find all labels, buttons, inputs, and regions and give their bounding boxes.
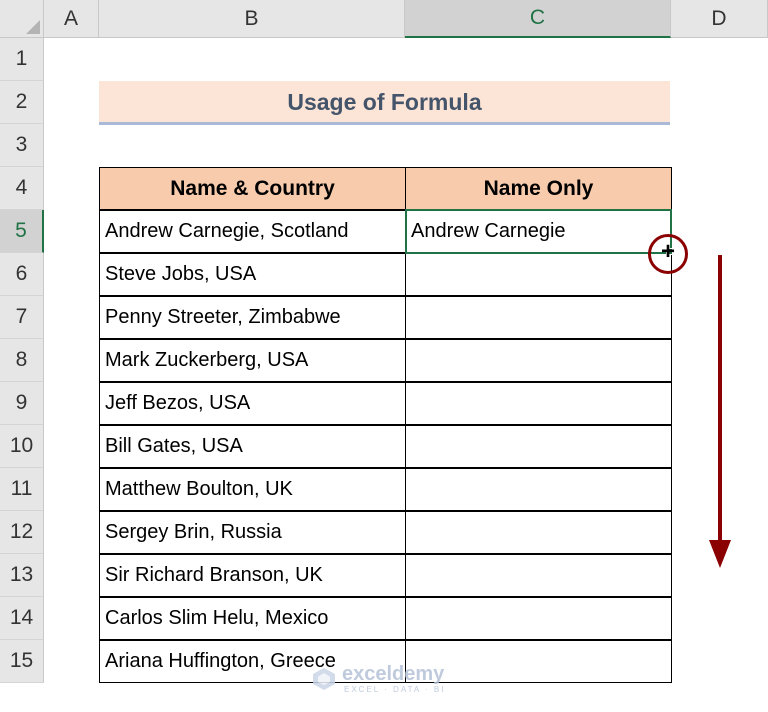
row-header-12[interactable]: 12 bbox=[0, 511, 44, 554]
header-name-only[interactable]: Name Only bbox=[405, 167, 672, 210]
column-header-b[interactable]: B bbox=[99, 0, 405, 38]
watermark-name: exceldemy bbox=[342, 663, 445, 685]
select-all-triangle-icon bbox=[26, 20, 40, 34]
cell-name-country[interactable]: Sir Richard Branson, UK bbox=[99, 554, 406, 597]
row-header-7[interactable]: 7 bbox=[0, 296, 44, 339]
row-header-13[interactable]: 13 bbox=[0, 554, 44, 597]
exceldemy-logo-icon bbox=[313, 668, 335, 690]
cell-name-country[interactable]: Steve Jobs, USA bbox=[99, 253, 406, 296]
row-header-10[interactable]: 10 bbox=[0, 425, 44, 468]
active-cell-selection[interactable] bbox=[405, 209, 672, 254]
cell-name-only[interactable] bbox=[405, 339, 672, 382]
row-header-2[interactable]: 2 bbox=[0, 81, 44, 124]
cell-name-only[interactable] bbox=[405, 425, 672, 468]
row-header-15[interactable]: 15 bbox=[0, 640, 44, 683]
watermark-tagline: EXCEL · DATA · BI bbox=[344, 685, 446, 694]
column-header-a[interactable]: A bbox=[44, 0, 99, 38]
row-header-1[interactable]: 1 bbox=[0, 38, 44, 81]
fill-cursor-plus-icon: + bbox=[660, 238, 675, 265]
cell-name-country[interactable]: Andrew Carnegie, Scotland bbox=[99, 210, 406, 253]
cell-name-country[interactable]: Penny Streeter, Zimbabwe bbox=[99, 296, 406, 339]
cell-name-country[interactable]: Carlos Slim Helu, Mexico bbox=[99, 597, 406, 640]
row-header-4[interactable]: 4 bbox=[0, 167, 44, 210]
row-header-9[interactable]: 9 bbox=[0, 382, 44, 425]
row-header-11[interactable]: 11 bbox=[0, 468, 44, 511]
column-header-c[interactable]: C bbox=[405, 0, 671, 38]
cell-name-only[interactable] bbox=[405, 511, 672, 554]
row-header-8[interactable]: 8 bbox=[0, 339, 44, 382]
cell-name-country[interactable]: Sergey Brin, Russia bbox=[99, 511, 406, 554]
cell-name-country[interactable]: Mark Zuckerberg, USA bbox=[99, 339, 406, 382]
cell-name-only[interactable] bbox=[405, 382, 672, 425]
column-header-d[interactable]: D bbox=[671, 0, 768, 38]
title-cell[interactable]: Usage of Formula bbox=[99, 81, 670, 124]
cell-name-country[interactable]: Jeff Bezos, USA bbox=[99, 382, 406, 425]
cell-name-only[interactable] bbox=[405, 597, 672, 640]
row-header-5[interactable]: 5 bbox=[0, 210, 44, 253]
select-all-corner[interactable] bbox=[0, 0, 44, 38]
row-header-6[interactable]: 6 bbox=[0, 253, 44, 296]
title-underline bbox=[99, 122, 670, 125]
header-name-country[interactable]: Name & Country bbox=[99, 167, 406, 210]
cell-name-only[interactable] bbox=[405, 554, 672, 597]
cell-name-only[interactable] bbox=[405, 468, 672, 511]
cell-name-only[interactable] bbox=[405, 296, 672, 339]
row-header-14[interactable]: 14 bbox=[0, 597, 44, 640]
watermark: exceldemy EXCEL · DATA · BI bbox=[312, 663, 462, 697]
cell-name-country[interactable]: Bill Gates, USA bbox=[99, 425, 406, 468]
cell-name-only[interactable] bbox=[405, 253, 672, 296]
row-header-3[interactable]: 3 bbox=[0, 124, 44, 167]
cell-name-country[interactable]: Matthew Boulton, UK bbox=[99, 468, 406, 511]
drag-down-arrow-icon bbox=[709, 255, 731, 568]
